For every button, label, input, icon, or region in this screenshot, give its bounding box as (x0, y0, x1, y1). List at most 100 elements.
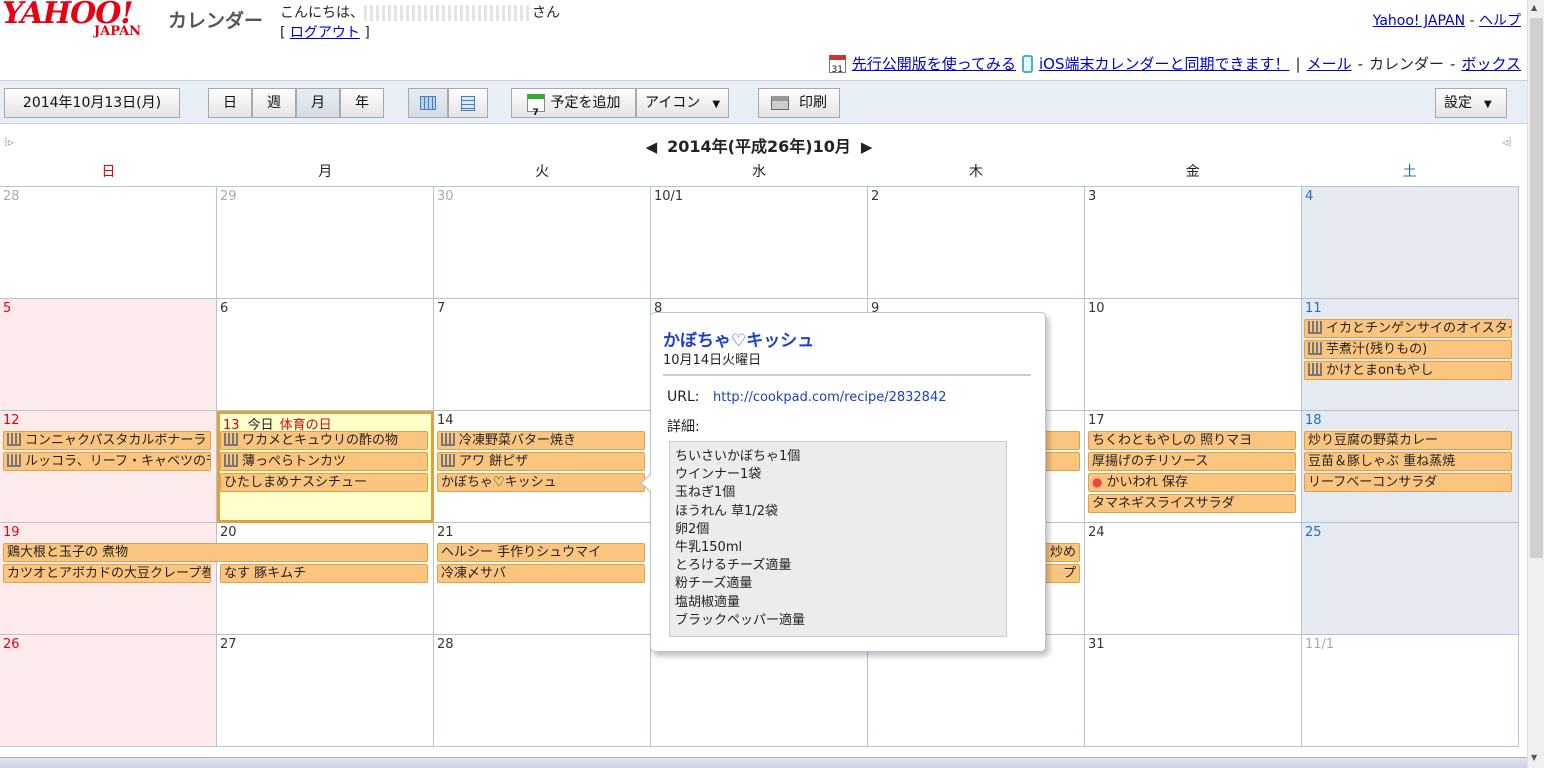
event-item-multiday[interactable]: 鶏大根と玉子の 煮物 (3, 543, 428, 562)
vertical-scrollbar[interactable]: ▲ ▼ (1527, 0, 1544, 768)
day-cell[interactable]: 29 (217, 187, 434, 299)
scroll-up-icon[interactable]: ▲ (1531, 3, 1537, 12)
current-date-button[interactable]: 2014年10月13日(月) (4, 88, 180, 118)
popup-event-title[interactable]: かぼちゃ♡キッシュ (663, 326, 814, 351)
detail-line: 玉ねぎ1個 (675, 485, 736, 501)
event-item[interactable]: イカとチンゲンサイのオイスター (1304, 319, 1512, 338)
event-item[interactable]: カツオとアボカドの大豆クレープ巻 (3, 564, 211, 583)
day-number: 14 (437, 413, 454, 428)
event-item[interactable]: なす 豚キムチ (220, 564, 428, 583)
day-cell[interactable]: 11/1 (1302, 635, 1519, 747)
event-item[interactable]: アワ 餅ピザ (437, 452, 645, 471)
day-cell[interactable]: 27 (217, 635, 434, 747)
day-cell[interactable]: 10 (1085, 299, 1302, 411)
scrollbar-thumb[interactable] (1530, 18, 1543, 558)
view-day-button[interactable]: 日 (208, 88, 252, 118)
prev-month-icon[interactable]: ◀ (646, 138, 658, 156)
day-cell[interactable]: 10/1 (651, 187, 868, 299)
event-item[interactable]: かけとまonもやし (1304, 361, 1512, 380)
event-item[interactable]: 豆苗＆豚しゃぶ 重ね蒸焼 (1304, 452, 1512, 471)
separator: | (1295, 54, 1301, 73)
logout-link[interactable]: ログアウト (290, 25, 360, 41)
preview-version-link[interactable]: 先行公開版を使ってみる (852, 53, 1016, 74)
view-month-button[interactable]: 月 (296, 88, 340, 118)
print-label: 印刷 (799, 95, 827, 111)
event-item[interactable]: 冷凍〆サバ (437, 564, 645, 583)
detail-line: 塩胡椒適量 (675, 594, 741, 610)
popup-event-date: 10月14日火曜日 (663, 353, 762, 368)
detail-line: ウインナー1袋 (675, 467, 762, 483)
ios-sync-link[interactable]: iOS端末カレンダーと同期できます！ (1039, 53, 1290, 74)
event-item[interactable]: ヘルシー 手作りシュウマイ (437, 543, 645, 562)
icon-select[interactable]: アイコン ▼ (636, 88, 729, 118)
event-item[interactable]: 冷凍野菜バター焼き (437, 431, 645, 450)
day-cell[interactable]: 30 (434, 187, 651, 299)
next-month-icon[interactable]: ▶ (861, 138, 873, 156)
day-cell[interactable]: 24 (1085, 523, 1302, 635)
event-item[interactable]: 炒り豆腐の野菜カレー (1304, 431, 1512, 450)
day-cell[interactable]: 31 (1085, 635, 1302, 747)
add-event-label: 予定を追加 (550, 95, 621, 111)
add-event-button[interactable]: 予定を追加 (511, 88, 636, 127)
list-view-button[interactable] (448, 88, 488, 118)
day-cell[interactable]: 3 (1085, 187, 1302, 299)
meal-icon (224, 454, 238, 467)
day-number: 29 (220, 189, 237, 204)
day-number: 28 (437, 637, 454, 652)
printer-icon (771, 96, 789, 110)
help-link[interactable]: ヘルプ (1479, 13, 1521, 29)
grid-view-button[interactable] (408, 88, 448, 118)
popup-url-label: URL: (667, 389, 700, 405)
dropdown-caret-icon: ▼ (712, 99, 721, 110)
meal-icon (7, 454, 21, 467)
event-item-selected[interactable]: かぼちゃ♡キッシュ (437, 473, 645, 492)
yahoo-japan-link[interactable]: Yahoo! JAPAN (1373, 13, 1465, 29)
event-item-partial[interactable]: プ (1040, 564, 1080, 583)
event-item[interactable]: 厚揚げのチリソース (1088, 452, 1296, 471)
scroll-down-icon[interactable]: ▼ (1531, 753, 1537, 762)
meal-icon (1308, 363, 1322, 376)
day-cell[interactable]: 4 (1302, 187, 1519, 299)
day-cell[interactable]: 7 (434, 299, 651, 411)
event-item[interactable]: ワカメとキュウリの酢の物 (220, 431, 428, 450)
box-link[interactable]: ボックス (1461, 53, 1521, 74)
event-label: 厚揚げのチリソース (1092, 454, 1209, 469)
day-cell[interactable]: 6 (217, 299, 434, 411)
expand-right-icon[interactable]: ◃⁞ (1502, 135, 1512, 149)
view-year-button[interactable]: 年 (340, 88, 384, 118)
event-item[interactable]: リーフベーコンサラダ (1304, 473, 1512, 492)
event-item[interactable]: ● かいわれ 保存 (1088, 473, 1296, 492)
mail-link[interactable]: メール (1307, 53, 1352, 74)
day-cell[interactable]: 25 (1302, 523, 1519, 635)
event-label: 冷凍野菜バター焼き (459, 433, 577, 448)
event-label: 冷凍〆サバ (441, 566, 507, 581)
event-item[interactable]: タマネギスライスサラダ (1088, 494, 1296, 513)
day-number: 19 (3, 525, 20, 540)
event-item[interactable]: 芋煮汁(残りもの) (1304, 340, 1512, 359)
day-cell[interactable]: 26 (0, 635, 217, 747)
day-cell[interactable]: 2 (868, 187, 1085, 299)
meal-icon (1308, 342, 1322, 355)
view-week-button[interactable]: 週 (252, 88, 296, 118)
print-button[interactable]: 印刷 (758, 88, 840, 118)
event-item[interactable]: ひたしまめナスシチュー (220, 473, 428, 492)
event-item[interactable]: 薄っぺらトンカツ (220, 452, 428, 471)
event-label: ルッコラ、リーフ・キャベツの千切 (25, 454, 210, 469)
event-item[interactable]: コンニャクパスタカルボナーラ (3, 431, 211, 450)
calendar-current-label: カレンダー (1369, 55, 1445, 73)
day-number: 31 (1088, 637, 1105, 652)
settings-dropdown[interactable]: 設定 ▼ (1435, 88, 1507, 118)
day-cell[interactable]: 5 (0, 299, 217, 411)
meal-icon (7, 433, 21, 446)
event-item[interactable]: ちくわともやしの 照りマヨ (1088, 431, 1296, 450)
day-number: 10 (1088, 301, 1105, 316)
event-item-partial[interactable]: 炒め (1040, 543, 1080, 562)
event-label: 鶏大根と玉子の 煮物 (7, 545, 129, 560)
yahoo-japan-logo[interactable]: YAHOO! JAPAN (2, 0, 162, 44)
event-item[interactable]: ルッコラ、リーフ・キャベツの千切 (3, 452, 211, 471)
popup-url-link[interactable]: http://cookpad.com/recipe/2832842 (713, 390, 947, 405)
service-nav: 31 先行公開版を使ってみる iOS端末カレンダーと同期できます！ | メール … (828, 53, 1521, 75)
day-cell[interactable]: 28 (434, 635, 651, 747)
event-label: イカとチンゲンサイのオイスター (1326, 321, 1512, 336)
day-cell[interactable]: 28 (0, 187, 217, 299)
